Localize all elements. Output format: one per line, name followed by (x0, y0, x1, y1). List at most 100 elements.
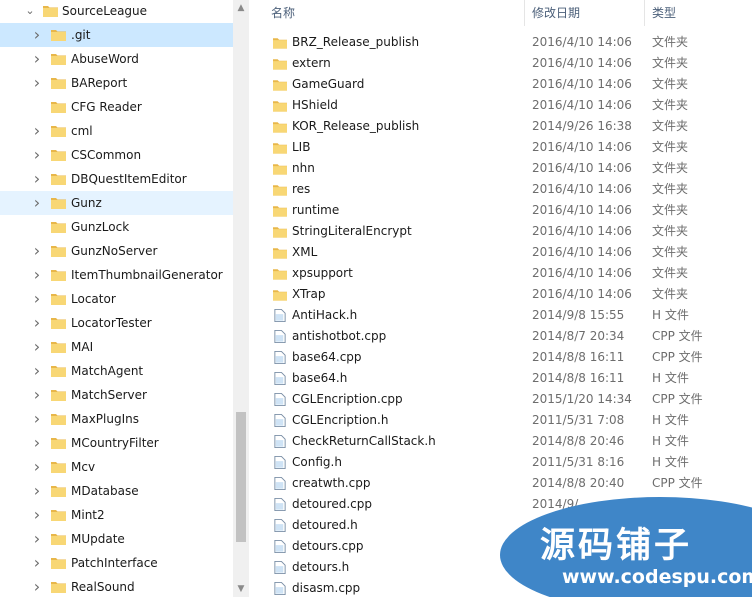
folder-icon (51, 270, 66, 281)
chevron-right-icon[interactable]: › (30, 335, 44, 359)
file-row[interactable]: CGLEncription.cpp 2015/1/20 14:34 CPP 文件 (249, 389, 752, 410)
tree-item[interactable]: › CSCommon (0, 143, 233, 167)
column-type[interactable]: 类型 (652, 0, 676, 26)
folder-icon (51, 30, 66, 41)
file-row[interactable]: CGLEncription.h 2011/5/31 7:08 H 文件 (249, 410, 752, 431)
column-name[interactable]: 名称 (271, 0, 295, 26)
file-row[interactable]: base64.cpp 2014/8/8 16:11 CPP 文件 (249, 347, 752, 368)
tree-item[interactable]: CFG Reader (0, 95, 233, 119)
chevron-right-icon[interactable]: › (30, 47, 44, 71)
tree-item-label: Mint2 (71, 508, 105, 522)
file-row[interactable]: LIB 2016/4/10 14:06 文件夹 (249, 137, 752, 158)
file-row[interactable]: res 2016/4/10 14:06 文件夹 (249, 179, 752, 200)
file-date: 2014/9/26 16:38 (532, 119, 632, 133)
chevron-right-icon[interactable]: › (30, 239, 44, 263)
file-date: 2016/4/10 14:06 (532, 224, 632, 238)
tree-item[interactable]: › MAI (0, 335, 233, 359)
scroll-down-icon[interactable]: ▼ (233, 581, 249, 597)
tree-item[interactable]: › MatchServer (0, 383, 233, 407)
file-type: 文件夹 (652, 182, 689, 196)
tree-item[interactable]: GunzLock (0, 215, 233, 239)
file-row[interactable]: XTrap 2016/4/10 14:06 文件夹 (249, 284, 752, 305)
tree-item-label: ItemThumbnailGenerator (71, 268, 223, 282)
chevron-right-icon[interactable]: › (30, 143, 44, 167)
tree-root-item[interactable]: ⌄ SourceLeague (0, 0, 233, 23)
file-name: base64.cpp (292, 350, 362, 364)
chevron-right-icon[interactable]: › (30, 551, 44, 575)
file-row[interactable]: base64.h 2014/8/8 16:11 H 文件 (249, 368, 752, 389)
file-date: 2016/4/10 14:06 (532, 56, 632, 70)
file-row[interactable]: creatwth.cpp 2014/8/8 20:40 CPP 文件 (249, 473, 752, 494)
tree-scrollbar[interactable]: ▲ ▼ (233, 0, 249, 597)
file-name: detoured.h (292, 518, 358, 532)
file-row[interactable]: extern 2016/4/10 14:06 文件夹 (249, 53, 752, 74)
document-icon (274, 519, 286, 532)
file-type: 文件夹 (652, 98, 689, 112)
file-name: extern (292, 56, 331, 70)
scrollbar-thumb[interactable] (236, 412, 246, 542)
chevron-right-icon[interactable]: › (30, 119, 44, 143)
chevron-right-icon[interactable]: › (30, 23, 44, 47)
chevron-right-icon[interactable]: › (30, 455, 44, 479)
tree-item[interactable]: › .git (0, 23, 233, 47)
chevron-down-icon[interactable]: ⌄ (23, 0, 37, 23)
document-icon (274, 351, 286, 364)
column-divider[interactable] (644, 0, 645, 26)
folder-icon (51, 78, 66, 89)
file-row[interactable]: nhn 2016/4/10 14:06 文件夹 (249, 158, 752, 179)
tree-item[interactable]: › PatchInterface (0, 551, 233, 575)
chevron-right-icon[interactable]: › (30, 383, 44, 407)
tree-item[interactable]: › Locator (0, 287, 233, 311)
file-date: 2016/4/10 14:06 (532, 35, 632, 49)
tree-item[interactable]: › GunzNoServer (0, 239, 233, 263)
file-row[interactable]: runtime 2016/4/10 14:06 文件夹 (249, 200, 752, 221)
file-type: CPP 文件 (652, 476, 703, 490)
file-row[interactable]: CheckReturnCallStack.h 2014/8/8 20:46 H 文件 (249, 431, 752, 452)
chevron-right-icon[interactable]: › (30, 191, 44, 215)
folder-icon (273, 269, 287, 280)
chevron-right-icon[interactable]: › (30, 407, 44, 431)
file-row[interactable]: HShield 2016/4/10 14:06 文件夹 (249, 95, 752, 116)
chevron-right-icon[interactable]: › (30, 311, 44, 335)
tree-item[interactable]: › Gunz (0, 191, 233, 215)
chevron-right-icon[interactable]: › (30, 359, 44, 383)
file-row[interactable]: AntiHack.h 2014/9/8 15:55 H 文件 (249, 305, 752, 326)
chevron-right-icon[interactable]: › (30, 263, 44, 287)
chevron-right-icon[interactable]: › (30, 167, 44, 191)
tree-item[interactable]: › DBQuestItemEditor (0, 167, 233, 191)
chevron-right-icon[interactable]: › (30, 431, 44, 455)
file-date: 2016/4/10 14:06 (532, 161, 632, 175)
tree-item[interactable]: › MatchAgent (0, 359, 233, 383)
tree-item[interactable]: › BAReport (0, 71, 233, 95)
navigation-tree: ⌄ SourceLeague › .git › AbuseWord › BAReport C… (0, 0, 233, 597)
tree-item[interactable]: › MUpdate (0, 527, 233, 551)
tree-item[interactable]: › cml (0, 119, 233, 143)
tree-item[interactable]: › RealSound (0, 575, 233, 597)
file-row[interactable]: StringLiteralEncrypt 2016/4/10 14:06 文件夹 (249, 221, 752, 242)
tree-item[interactable]: › LocatorTester (0, 311, 233, 335)
file-row[interactable]: GameGuard 2016/4/10 14:06 文件夹 (249, 74, 752, 95)
tree-item[interactable]: › MCountryFilter (0, 431, 233, 455)
tree-item[interactable]: › Mint2 (0, 503, 233, 527)
column-divider[interactable] (524, 0, 525, 26)
chevron-right-icon[interactable]: › (30, 71, 44, 95)
chevron-right-icon[interactable]: › (30, 527, 44, 551)
scroll-up-icon[interactable]: ▲ (233, 0, 249, 16)
tree-item[interactable]: › MDatabase (0, 479, 233, 503)
chevron-right-icon[interactable]: › (30, 575, 44, 597)
tree-item[interactable]: › AbuseWord (0, 47, 233, 71)
column-date-modified[interactable]: 修改日期 (532, 0, 580, 26)
file-row[interactable]: BRZ_Release_publish 2016/4/10 14:06 文件夹 (249, 32, 752, 53)
tree-item[interactable]: › Mcv (0, 455, 233, 479)
tree-item[interactable]: › MaxPlugIns (0, 407, 233, 431)
chevron-right-icon[interactable]: › (30, 479, 44, 503)
chevron-right-icon[interactable]: › (30, 503, 44, 527)
chevron-right-icon[interactable]: › (30, 287, 44, 311)
file-row[interactable]: antishotbot.cpp 2014/8/7 20:34 CPP 文件 (249, 326, 752, 347)
file-name: res (292, 182, 311, 196)
file-row[interactable]: Config.h 2011/5/31 8:16 H 文件 (249, 452, 752, 473)
file-row[interactable]: KOR_Release_publish 2014/9/26 16:38 文件夹 (249, 116, 752, 137)
file-row[interactable]: xpsupport 2016/4/10 14:06 文件夹 (249, 263, 752, 284)
file-row[interactable]: XML 2016/4/10 14:06 文件夹 (249, 242, 752, 263)
tree-item[interactable]: › ItemThumbnailGenerator (0, 263, 233, 287)
